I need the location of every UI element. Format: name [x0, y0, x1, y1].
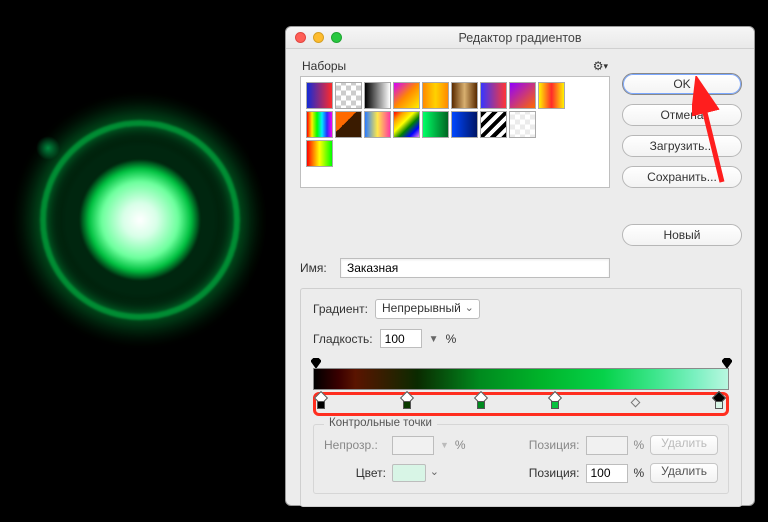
gear-icon[interactable]: ⚙▾	[593, 59, 608, 73]
color-stop[interactable]	[476, 397, 486, 411]
preset-swatch[interactable]	[364, 82, 391, 109]
preset-swatch[interactable]	[364, 111, 391, 138]
preset-swatch[interactable]	[451, 111, 478, 138]
smoothness-label: Гладкость:	[313, 332, 373, 346]
opacity-stop[interactable]	[722, 358, 731, 367]
color-stop[interactable]	[316, 397, 326, 411]
position-unit: %	[634, 466, 645, 480]
presets-panel: Наборы ⚙▾	[300, 59, 610, 246]
smoothness-unit: %	[446, 332, 457, 346]
preset-swatch[interactable]	[480, 111, 507, 138]
preset-swatch[interactable]	[509, 111, 536, 138]
smoothness-input[interactable]	[380, 329, 422, 348]
preset-swatch[interactable]	[393, 111, 420, 138]
lens-flare-preview	[30, 110, 250, 330]
cancel-button[interactable]: Отмена	[622, 104, 742, 126]
delete-color-stop-button[interactable]: Удалить	[650, 463, 718, 483]
color-label: Цвет:	[324, 466, 386, 480]
name-label: Имя:	[300, 261, 332, 275]
ok-button[interactable]: OK	[622, 73, 742, 95]
presets-grid[interactable]	[300, 76, 610, 188]
preset-swatch[interactable]	[422, 82, 449, 109]
opacity-label: Непрозр.:	[324, 438, 386, 452]
preset-swatch[interactable]	[306, 140, 333, 167]
position-unit: %	[634, 438, 645, 452]
gradient-group: Градиент: Непрерывный Гладкость: ▼ %	[300, 288, 742, 507]
save-button[interactable]: Сохранить...	[622, 166, 742, 188]
preset-swatch[interactable]	[480, 82, 507, 109]
name-row: Имя:	[300, 258, 610, 278]
control-points-group: Контрольные точки Непрозр.: ▼ % Позиция:…	[313, 424, 729, 494]
gradient-editor-window: Редактор градиентов Наборы ⚙▾	[285, 26, 755, 506]
gradient-type-value: Непрерывный	[382, 301, 461, 315]
preset-swatch[interactable]	[335, 82, 362, 109]
position-label: Позиция:	[529, 466, 580, 480]
preset-swatch[interactable]	[335, 111, 362, 138]
preset-swatch[interactable]	[538, 82, 565, 109]
titlebar: Редактор градиентов	[286, 27, 754, 49]
preset-swatch[interactable]	[422, 111, 449, 138]
color-stop[interactable]	[550, 397, 560, 411]
opacity-unit: %	[455, 438, 466, 452]
preset-swatch[interactable]	[451, 82, 478, 109]
preset-swatch[interactable]	[393, 82, 420, 109]
new-button[interactable]: Новый	[622, 224, 742, 246]
color-position-input[interactable]	[586, 464, 628, 483]
gradient-type-select[interactable]: Непрерывный	[375, 299, 480, 319]
opacity-input	[392, 436, 434, 455]
chevron-down-icon: ▼	[440, 440, 449, 450]
color-stop[interactable]	[402, 397, 412, 411]
color-stop[interactable]	[714, 397, 724, 411]
opacity-stop-track[interactable]	[313, 358, 729, 368]
color-swatch-picker[interactable]	[392, 464, 426, 482]
preset-swatch[interactable]	[306, 111, 333, 138]
gradient-editor	[313, 358, 729, 416]
window-title: Редактор градиентов	[286, 31, 754, 45]
position-label: Позиция:	[529, 438, 580, 452]
opacity-position-input	[586, 436, 628, 455]
chevron-down-icon[interactable]: ▼	[429, 334, 439, 345]
control-points-title: Контрольные точки	[324, 417, 437, 429]
opacity-stop[interactable]	[311, 358, 320, 367]
gradient-bar[interactable]	[313, 368, 729, 390]
preset-swatch[interactable]	[306, 82, 333, 109]
load-button[interactable]: Загрузить...	[622, 135, 742, 157]
midpoint-diamond[interactable]	[630, 398, 640, 408]
color-stop-row: Цвет: Позиция: % Удалить	[324, 463, 718, 483]
color-stop-track[interactable]	[313, 392, 729, 416]
name-input[interactable]	[340, 258, 610, 278]
presets-label: Наборы	[302, 59, 346, 73]
dialog-buttons: OK Отмена Загрузить... Сохранить... Новы…	[622, 59, 742, 246]
delete-opacity-stop-button: Удалить	[650, 435, 718, 455]
gradient-type-label: Градиент:	[313, 302, 368, 316]
preset-swatch[interactable]	[509, 82, 536, 109]
opacity-stop-row: Непрозр.: ▼ % Позиция: % Удалить	[324, 435, 718, 455]
